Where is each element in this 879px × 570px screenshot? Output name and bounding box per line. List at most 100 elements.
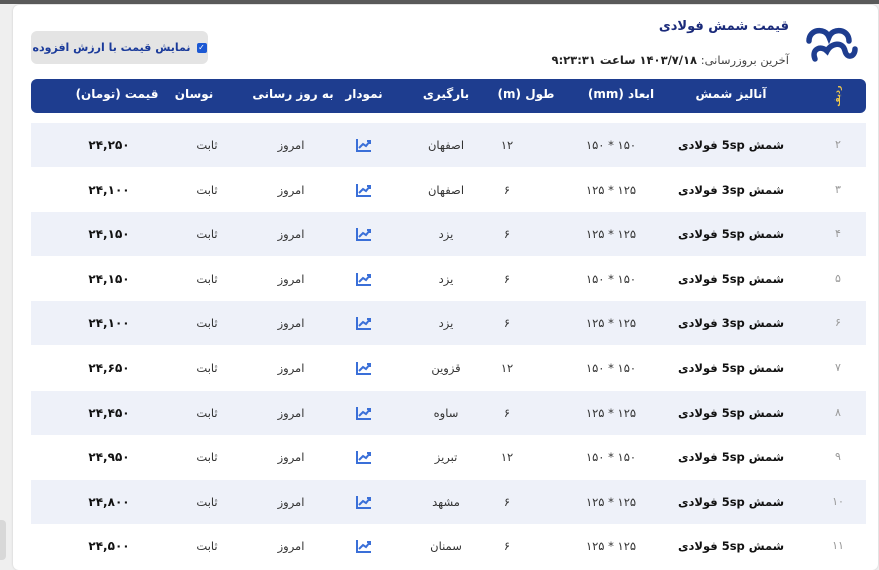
row-updated: امروز	[277, 361, 305, 375]
chart-trend-icon[interactable]	[352, 168, 376, 212]
row-length: ۶	[503, 316, 511, 331]
col-header-change: نوسان	[174, 87, 214, 101]
row-updated: امروز	[277, 138, 305, 152]
col-header-loading: بارگیری	[422, 87, 470, 101]
row-change: ثابت	[196, 539, 218, 554]
row-updated: امروز	[277, 539, 305, 554]
vat-toggle[interactable]: ✓ نمایش قیمت با ارزش افزوده	[31, 31, 208, 64]
row-analysis: شمش 5sp فولادی	[677, 539, 785, 554]
row-dimensions: ۱۲۵ * ۱۲۵	[585, 494, 637, 509]
table-row: ۱۱ شمش 5sp فولادی ۱۲۵ * ۱۲۵ ۶ سمنان امروز ثابت…	[31, 524, 866, 568]
row-dimensions: ۱۵۰ * ۱۵۰	[585, 450, 637, 465]
row-loading: اصفهان	[427, 138, 465, 152]
table-row: ۴ شمش 5sp فولادی ۱۲۵ * ۱۲۵ ۶ یزد امروز ثابت ۲۴,…	[31, 212, 866, 257]
window-top-border	[0, 0, 879, 4]
row-price: ۲۴,۹۵۰	[88, 450, 130, 465]
row-change: ثابت	[196, 494, 218, 509]
row-price: ۲۴,۱۵۰	[88, 227, 130, 242]
table-row: ۸ شمش 5sp فولادی ۱۲۵ * ۱۲۵ ۶ ساوه امروز ثابت ۲۴…	[31, 390, 866, 435]
chart-trend-icon[interactable]	[352, 391, 376, 435]
row-index: ۹	[835, 450, 841, 464]
row-length: ۶	[503, 405, 511, 420]
row-index: ۸	[835, 405, 841, 419]
row-price: ۲۴,۱۵۰	[88, 271, 130, 286]
row-price: ۲۴,۶۵۰	[88, 361, 130, 375]
row-index: ۷	[835, 361, 841, 374]
row-dimensions: ۱۵۰ * ۱۵۰	[585, 361, 637, 375]
last-update-label: آخرین بروزرسانی:	[700, 53, 789, 67]
table-row: ۵ شمش 5sp فولادی ۱۵۰ * ۱۵۰ ۶ یزد امروز ثابت ۲۴,…	[31, 257, 866, 301]
row-price: ۲۴,۸۰۰	[88, 494, 130, 509]
last-update-value: ۱۴۰۳/۷/۱۸ ساعت ۹:۲۳:۳۱	[551, 53, 698, 67]
row-index: ۶	[835, 316, 841, 330]
chart-trend-icon[interactable]	[352, 301, 376, 345]
last-update: آخرین بروزرسانی: ۱۴۰۳/۷/۱۸ ساعت ۹:۲۳:۳۱	[552, 53, 789, 67]
row-price: ۲۴,۵۰۰	[88, 539, 130, 554]
row-length: ۶	[503, 182, 511, 197]
row-dimensions: ۱۲۵ * ۱۲۵	[585, 316, 637, 331]
col-header-analysis: آنالیز شمش	[695, 87, 767, 101]
col-header-price: قیمت (تومان)	[75, 87, 159, 101]
row-change: ثابت	[196, 138, 218, 152]
table-row: ۱۰ شمش 5sp فولادی ۱۲۵ * ۱۲۵ ۶ مشهد امروز ثابت ۲…	[31, 479, 866, 524]
row-dimensions: ۱۲۵ * ۱۲۵	[585, 182, 637, 197]
row-index: ۲	[835, 138, 841, 151]
row-price: ۲۴,۴۵۰	[88, 405, 130, 420]
row-loading: مشهد	[432, 494, 460, 509]
table-header: ردیف آنالیز شمش ابعاد (mm) طول (m) بارگی…	[31, 79, 866, 113]
row-updated: امروز	[277, 227, 305, 242]
row-dimensions: ۱۲۵ * ۱۲۵	[585, 227, 637, 242]
row-length: ۶	[503, 271, 511, 286]
row-loading: یزد	[438, 227, 454, 242]
row-index: ۱۰	[832, 494, 844, 508]
row-updated: امروز	[277, 405, 305, 420]
row-dimensions: ۱۲۵ * ۱۲۵	[585, 405, 637, 420]
col-header-length: طول (m)	[497, 87, 555, 101]
row-index: ۵	[835, 271, 841, 285]
chart-trend-icon[interactable]	[352, 123, 376, 167]
row-length: ۶	[503, 539, 511, 554]
table-row: ۳ شمش 3sp فولادی ۱۲۵ * ۱۲۵ ۶ اصفهان امروز ثابت…	[31, 168, 866, 212]
row-loading: یزد	[438, 316, 454, 331]
row-analysis: شمش 5sp فولادی	[677, 405, 785, 420]
row-updated: امروز	[277, 182, 305, 197]
row-length: ۶	[503, 227, 511, 242]
row-length: ۱۲	[500, 361, 514, 375]
row-analysis: شمش 5sp فولادی	[677, 227, 785, 242]
row-change: ثابت	[196, 361, 218, 375]
row-price: ۲۴,۱۰۰	[88, 182, 130, 197]
checkbox-checked-icon[interactable]: ✓	[196, 42, 207, 53]
row-index: ۴	[835, 227, 841, 241]
row-loading: سمنان	[430, 539, 462, 554]
row-updated: امروز	[277, 271, 305, 286]
row-analysis: شمش 5sp فولادی	[677, 271, 785, 286]
row-analysis: شمش 5sp فولادی	[677, 138, 785, 152]
col-header-chart: نمودار	[345, 87, 383, 101]
row-analysis: شمش 5sp فولادی	[677, 494, 785, 509]
row-loading: یزد	[438, 271, 454, 286]
chart-trend-icon[interactable]	[352, 212, 376, 256]
side-tab	[0, 520, 6, 560]
row-change: ثابت	[196, 182, 218, 197]
chart-trend-icon[interactable]	[352, 524, 376, 568]
row-analysis: شمش 3sp فولادی	[677, 316, 785, 331]
chart-trend-icon[interactable]	[352, 435, 376, 479]
row-updated: امروز	[277, 316, 305, 331]
row-dimensions: ۱۵۰ * ۱۵۰	[585, 138, 637, 152]
col-header-dimensions: ابعاد (mm)	[587, 87, 655, 101]
row-price: ۲۴,۲۵۰	[88, 138, 130, 152]
price-card: قیمت شمش فولادی آخرین بروزرسانی: ۱۴۰۳/۷/…	[13, 5, 878, 570]
row-updated: امروز	[277, 450, 305, 465]
table-row: ۹ شمش 5sp فولادی ۱۵۰ * ۱۵۰ ۱۲ تبریز امروز ثابت…	[31, 435, 866, 479]
chart-trend-icon[interactable]	[352, 257, 376, 301]
row-length: ۶	[503, 494, 511, 509]
table-row: ۲ شمش 5sp فولادی ۱۵۰ * ۱۵۰ ۱۲ اصفهان امروز ثاب…	[31, 123, 866, 167]
row-change: ثابت	[196, 227, 218, 242]
chart-trend-icon[interactable]	[352, 346, 376, 390]
row-index: ۳	[835, 182, 841, 196]
row-analysis: شمش 3sp فولادی	[677, 182, 785, 197]
chart-trend-icon[interactable]	[352, 480, 376, 524]
row-change: ثابت	[196, 405, 218, 420]
vat-toggle-label: نمایش قیمت با ارزش افزوده	[32, 41, 191, 54]
row-length: ۱۲	[500, 450, 514, 465]
